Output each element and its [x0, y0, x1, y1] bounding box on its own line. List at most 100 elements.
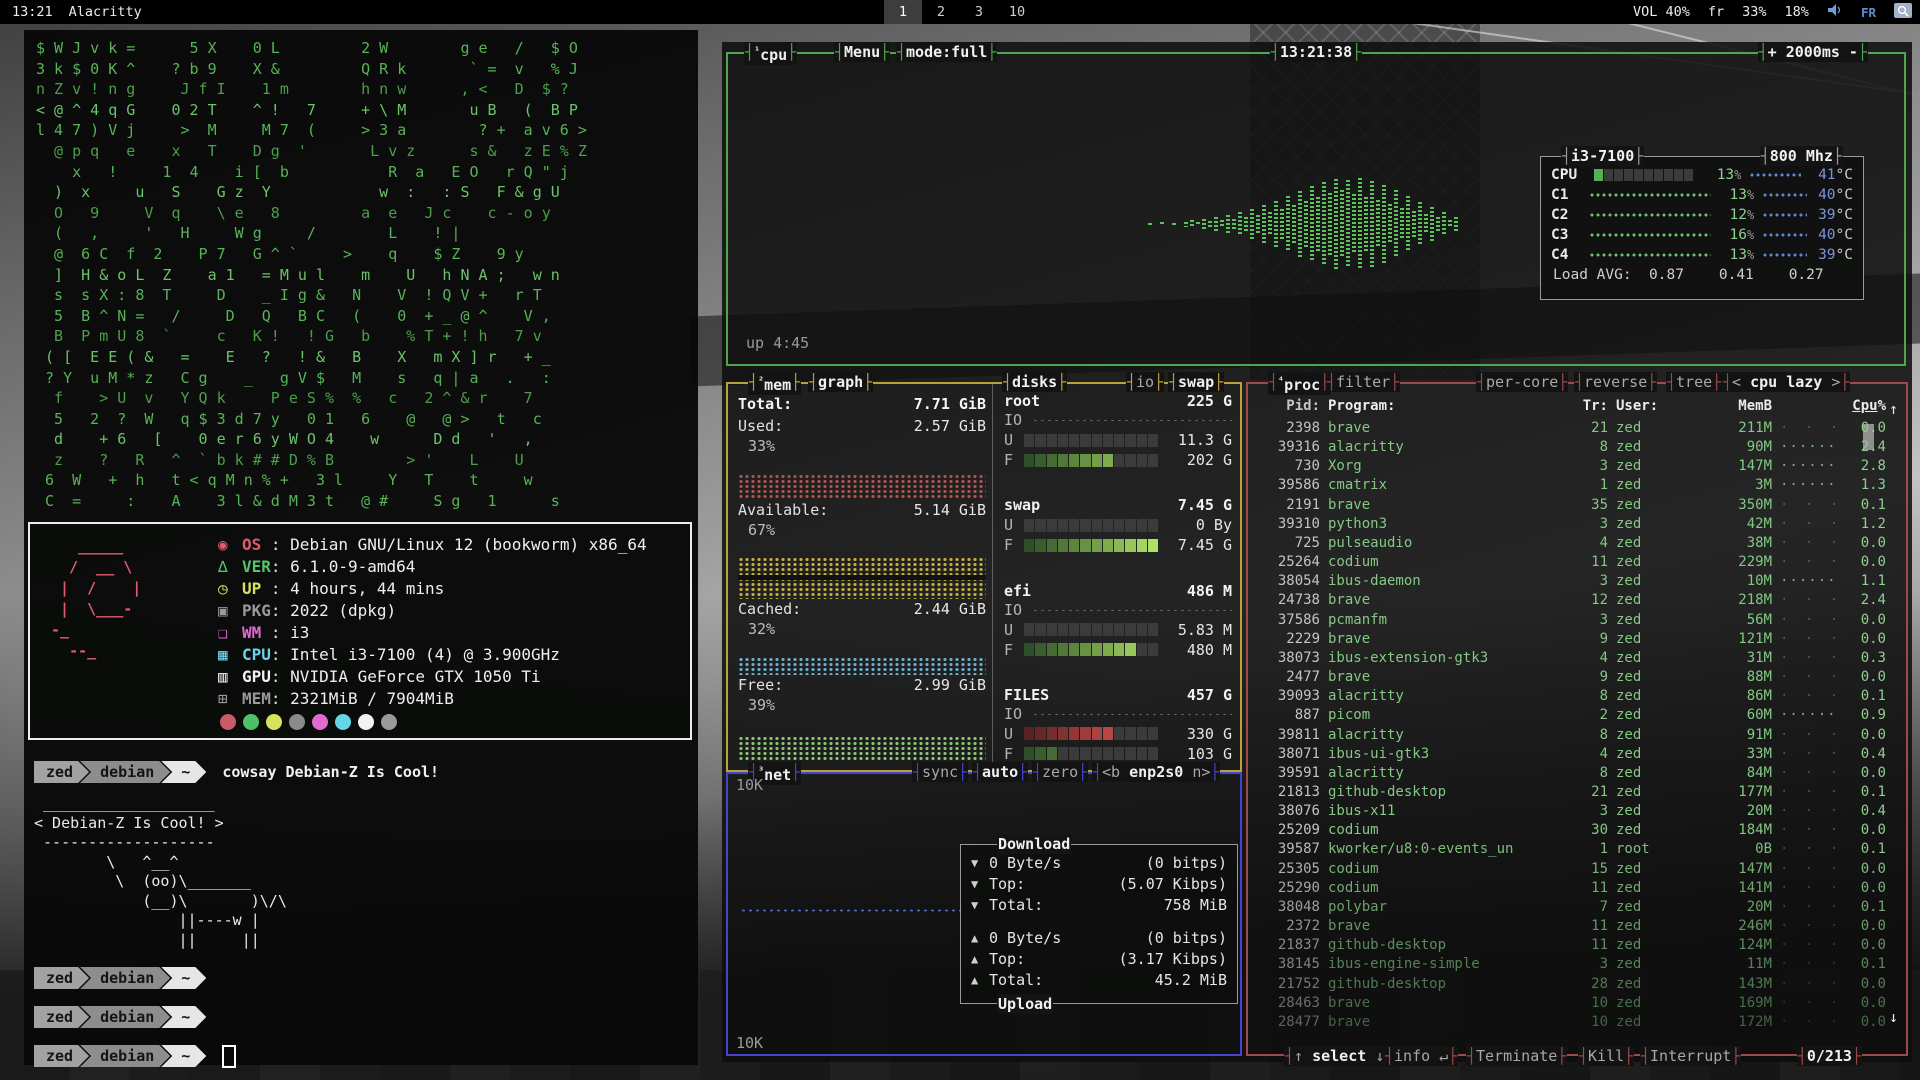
process-row[interactable]: 725pulseaudio4zed38M· · · ·0.0 [1258, 535, 1884, 551]
proc-user: zed [1616, 669, 1696, 685]
col-program[interactable]: Program: [1328, 398, 1568, 414]
mode-toggle[interactable]: ┤mode:full├ [896, 42, 997, 62]
prompt-line-active[interactable]: zed debian ~ [34, 1044, 692, 1068]
scroll-down-icon[interactable]: ↓ [1889, 1008, 1898, 1026]
bar-cell [1103, 727, 1113, 740]
process-row[interactable]: 25264codium11zed229M· · · ·0.0 [1258, 554, 1884, 570]
col-cpu[interactable]: Cpu% [1844, 398, 1886, 414]
fetch-value: 2022 (dpkg) [290, 601, 396, 620]
process-row[interactable]: 39811alacritty8zed91M· · · ·0.0 [1258, 727, 1884, 743]
process-row[interactable]: 2477brave9zed88M· · · ·0.0 [1258, 669, 1884, 685]
sort-direction-icon[interactable]: ↑ [1889, 400, 1898, 418]
process-row[interactable]: 38073ibus-extension-gtk34zed31M· · · ·0.… [1258, 650, 1884, 666]
sort-selector[interactable]: ┤< cpu lazy >├ [1722, 372, 1850, 392]
process-row[interactable]: 38076ibus-x113zed20M· · · ·0.4 [1258, 803, 1884, 819]
filter-button[interactable]: ┤filter├ [1326, 372, 1400, 392]
mem-graph-tab[interactable]: ┤graph├ [808, 372, 873, 392]
proc-cpu-percent: 0.0 [1844, 612, 1886, 628]
per-core-toggle[interactable]: ┤per-core├ [1476, 372, 1568, 392]
col-mem[interactable]: MemB [1704, 398, 1772, 414]
menu-button[interactable]: ┤Menu├ [834, 42, 890, 62]
process-row[interactable]: 21813github-desktop21zed177M· · · ·0.1 [1258, 784, 1884, 800]
proc-cpu-percent: 2.8 [1844, 458, 1886, 474]
col-pid[interactable]: Pid: [1258, 398, 1320, 414]
proc-cpu-graph: · · · · [1780, 592, 1836, 608]
net-auto-toggle[interactable]: ┤auto├ [972, 762, 1028, 782]
swap-tab[interactable]: ┤swap├ [1168, 372, 1224, 392]
bar-right: VOL 40% fr 33% 18% FR [1633, 3, 1912, 22]
proc-user: zed [1616, 861, 1696, 877]
proc-threads: 21 [1576, 420, 1608, 436]
process-row[interactable]: 39587kworker/u8:0-events_un1root0B· · · … [1258, 841, 1884, 857]
bpytop-window[interactable]: ┤¹cpu├ ┤Menu├ ┤mode:full├ ┤13:21:38├ ┤+ … [722, 42, 1912, 1062]
proc-threads: 12 [1576, 592, 1608, 608]
bar-cell [1148, 434, 1158, 447]
net-zero-toggle[interactable]: ┤zero├ [1032, 762, 1088, 782]
process-row[interactable]: 39586cmatrix1zed3M·········1.3 [1258, 477, 1884, 493]
workspace-2[interactable]: 2 [922, 0, 960, 24]
matrix-row: < @ ^ 4 q G 0 2 T ^ ! 7 + \ M u B ( B P [36, 100, 694, 121]
process-row[interactable]: 730Xorg3zed147M·········2.8 [1258, 458, 1884, 474]
process-row[interactable]: 21837github-desktop11zed124M· · · ·0.0 [1258, 937, 1884, 953]
workspace-3[interactable]: 3 [960, 0, 998, 24]
terminal-left[interactable]: $ W J v k = 5 X 0 L 2 W g e / $ O3 k $ 0… [24, 30, 698, 1065]
process-row[interactable]: 25305codium15zed147M· · · ·0.0 [1258, 861, 1884, 877]
speaker-icon[interactable] [1827, 3, 1843, 21]
proc-cpu-graph: · · · · [1780, 650, 1836, 666]
workspace-1[interactable]: 1 [884, 0, 922, 24]
process-row[interactable]: 2229brave9zed121M· · · ·0.0 [1258, 631, 1884, 647]
tree-toggle[interactable]: ┤tree├ [1666, 372, 1722, 392]
process-row[interactable]: 39093alacritty8zed86M· · · ·0.1 [1258, 688, 1884, 704]
workspace-10[interactable]: 10 [998, 0, 1036, 24]
process-row[interactable]: 39591alacritty8zed84M· · · ·0.0 [1258, 765, 1884, 781]
matrix-row: n Z v ! n g J f I 1 m h n w , < D $ ? [36, 79, 694, 100]
process-row[interactable]: 37586pcmanfm3zed56M· · · ·0.0 [1258, 612, 1884, 628]
proc-cpu-percent: 0.0 [1844, 918, 1886, 934]
process-row[interactable]: 25209codium30zed184M· · · ·0.0 [1258, 822, 1884, 838]
bar-cell [1024, 643, 1034, 656]
process-row[interactable]: 2372brave11zed246M· · · ·0.0 [1258, 918, 1884, 934]
fetch-value: 4 hours, 44 mins [290, 579, 444, 598]
interrupt-control[interactable]: ┤Interrupt├ [1640, 1046, 1741, 1066]
process-row[interactable]: 38071ibus-ui-gtk34zed33M· · · ·0.4 [1258, 746, 1884, 762]
process-row[interactable]: 28477brave10zed172M· · · ·0.0 [1258, 1014, 1884, 1030]
process-row[interactable]: 38048polybar7zed20M· · · ·0.1 [1258, 899, 1884, 915]
mem-stat-graph [738, 557, 986, 599]
process-row[interactable]: 39310python33zed42M· · · ·1.2 [1258, 516, 1884, 532]
process-row[interactable]: 38054ibus-daemon3zed10M·········1.1 [1258, 573, 1884, 589]
cpu-core-panel: ┤i3-7100├ ┤800 Mhz├ CPU13%41°CC113%40°CC… [1540, 156, 1864, 300]
volume-label[interactable]: VOL 40% [1633, 4, 1690, 20]
cpu-graph-column [1340, 190, 1344, 258]
bar-cell [1137, 643, 1147, 656]
process-row[interactable]: 38145ibus-engine-simple3zed11M· · · ·0.1 [1258, 956, 1884, 972]
info-control[interactable]: ┤info ↵├ [1384, 1046, 1458, 1066]
palette-dot [220, 714, 236, 730]
process-row[interactable]: 21752github-desktop28zed143M· · · ·0.0 [1258, 976, 1884, 992]
screenshot-icon[interactable] [1894, 3, 1912, 22]
bar-cell [1125, 454, 1135, 467]
language-indicator[interactable]: FR [1861, 5, 1876, 20]
download-row: ▼Top:(5.07 Kibps) [961, 874, 1237, 895]
col-user[interactable]: User: [1616, 398, 1696, 414]
process-row[interactable]: 24738brave12zed218M· · · ·2.4 [1258, 592, 1884, 608]
kill-control[interactable]: ┤Kill├ [1578, 1046, 1634, 1066]
process-row[interactable]: 39316alacritty8zed90M·········2.4 [1258, 439, 1884, 455]
net-label: Top: [989, 874, 1025, 895]
os-icon: ◉ [218, 534, 242, 556]
io-tab[interactable]: ┤io├ [1126, 372, 1164, 392]
net-interface-selector[interactable]: ┤<b enp2s0 n>├ [1092, 762, 1220, 782]
process-row[interactable]: 2191brave35zed350M· · · ·0.1 [1258, 497, 1884, 513]
process-row[interactable]: 887picom2zed60M·········0.9 [1258, 707, 1884, 723]
process-row[interactable]: 28463brave10zed169M· · · ·0.0 [1258, 995, 1884, 1011]
temp-value: 40 [1818, 227, 1835, 243]
process-row[interactable]: 2398brave21zed211M· · · ·0.0 [1258, 420, 1884, 436]
reverse-toggle[interactable]: ┤reverse├ [1574, 372, 1657, 392]
process-row[interactable]: 25290codium11zed141M· · · ·0.0 [1258, 880, 1884, 896]
select-control[interactable]: ┤↑ select ↓├ [1284, 1046, 1394, 1066]
net-sync-toggle[interactable]: ┤sync├ [912, 762, 968, 782]
bar-cell [1069, 434, 1079, 447]
terminate-control[interactable]: ┤Terminate├ [1466, 1046, 1567, 1066]
interval-control[interactable]: ┤+ 2000ms -├ [1758, 42, 1868, 62]
keyboard-layout[interactable]: fr [1708, 4, 1724, 20]
col-threads[interactable]: Tr: [1576, 398, 1608, 414]
